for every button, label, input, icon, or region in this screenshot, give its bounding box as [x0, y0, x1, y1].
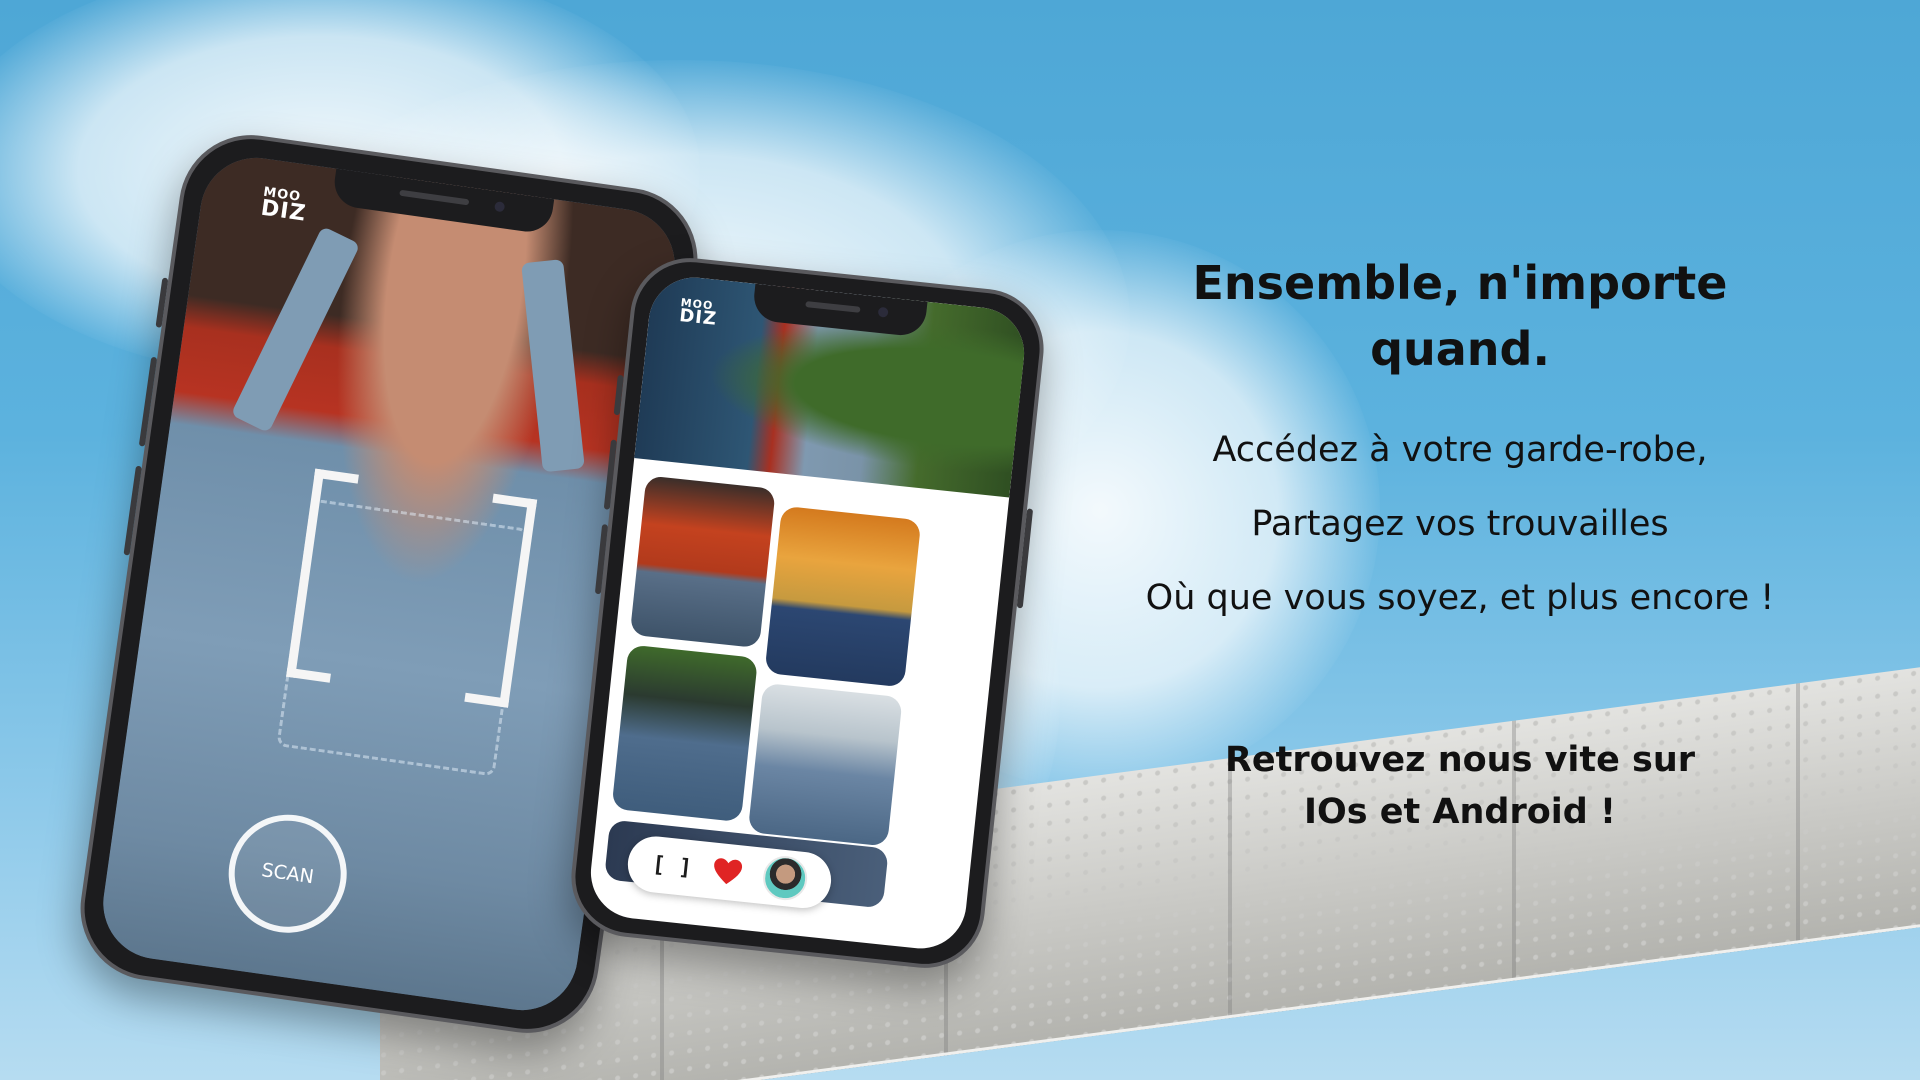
logo-line2: DIZ	[678, 304, 719, 330]
tagline-2: Partagez vos trouvailles	[1251, 504, 1669, 544]
phone-feed-mockup: MOO DIZ [ ]	[565, 252, 1050, 974]
moodiz-logo: MOO DIZ	[259, 185, 309, 227]
headline: Ensemble, n'importe quand.	[1100, 250, 1820, 382]
feed-screen: MOO DIZ [ ]	[586, 273, 1029, 953]
headline-line1: Ensemble, n'importe	[1192, 256, 1728, 310]
scan-tab-button[interactable]: [ ]	[651, 852, 693, 881]
call-to-action: Retrouvez nous vite sur IOs et Android !	[1100, 734, 1820, 838]
heart-icon[interactable]	[711, 857, 744, 888]
feed-photo-tile[interactable]	[764, 505, 922, 688]
feed-photo-tile[interactable]	[611, 644, 759, 823]
tagline-3: Où que vous soyez, et plus encore !	[1145, 578, 1775, 618]
feed-photo-tile[interactable]	[747, 682, 903, 847]
avatar[interactable]	[760, 853, 809, 903]
moodiz-logo: MOO DIZ	[678, 296, 719, 330]
marketing-text: Ensemble, n'importe quand. Accédez à vot…	[1100, 250, 1820, 838]
headline-line2: quand.	[1370, 322, 1550, 376]
cta-line2: IOs et Android !	[1303, 792, 1616, 832]
feed-photo-tile[interactable]	[629, 475, 776, 649]
cta-line1: Retrouvez nous vite sur	[1224, 740, 1696, 780]
scan-button-label: SCAN	[260, 859, 316, 889]
tagline-1: Accédez à votre garde-robe,	[1212, 430, 1708, 470]
logo-line2: DIZ	[259, 195, 308, 227]
